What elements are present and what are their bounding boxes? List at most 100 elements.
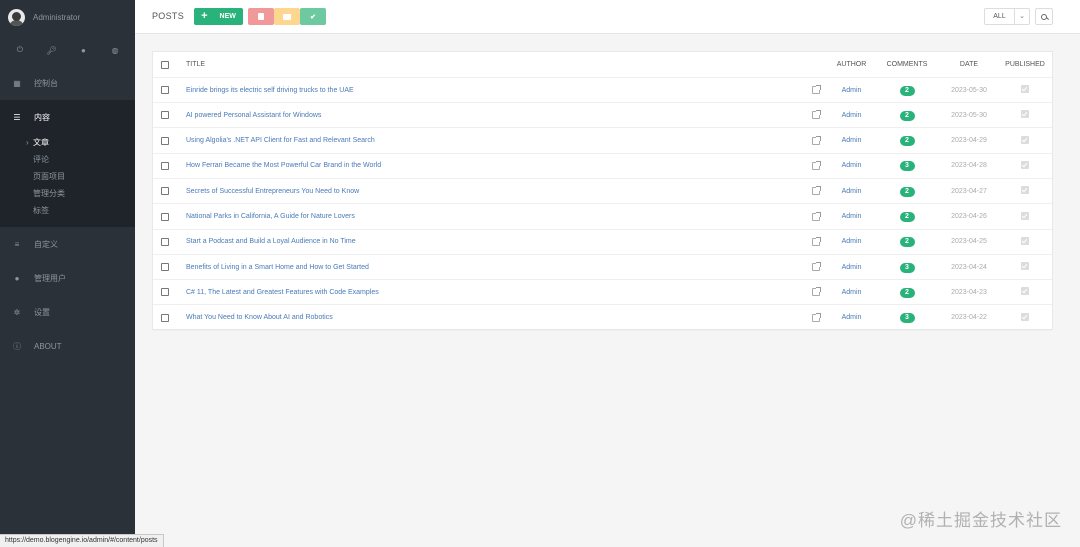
- row-checkbox[interactable]: [161, 212, 169, 221]
- sidebar-item-about[interactable]: ⓘ ABOUT: [0, 329, 135, 363]
- external-link-icon[interactable]: [812, 186, 821, 196]
- post-date: 2023-04-26: [951, 213, 987, 220]
- row-checkbox[interactable]: [161, 237, 169, 246]
- external-link-icon[interactable]: [812, 85, 821, 94]
- external-link-icon[interactable]: [812, 135, 821, 145]
- comment-count-badge[interactable]: 2: [899, 110, 915, 121]
- new-post-button[interactable]: + NEW: [194, 8, 243, 25]
- post-title-link[interactable]: C# 11, The Latest and Greatest Features …: [186, 289, 379, 296]
- comment-count-badge[interactable]: 2: [899, 85, 915, 96]
- sidebar-item-users[interactable]: ● 管理用户: [0, 261, 135, 295]
- published-checkbox: [1021, 312, 1029, 321]
- column-header-author[interactable]: AUTHOR: [829, 61, 874, 68]
- column-header-date[interactable]: DATE: [941, 61, 997, 68]
- post-date: 2023-04-24: [951, 263, 987, 271]
- post-title-link[interactable]: Start a Podcast and Build a Loyal Audien…: [186, 238, 356, 245]
- avatar[interactable]: [8, 8, 25, 26]
- sidebar-subitem-categories[interactable]: 管理分类: [0, 185, 135, 202]
- comment-count-badge[interactable]: 3: [899, 313, 915, 324]
- published-checkbox: [1021, 110, 1029, 119]
- row-checkbox[interactable]: [161, 86, 169, 94]
- external-link-icon[interactable]: [812, 287, 821, 297]
- select-all-checkbox[interactable]: [161, 60, 169, 69]
- comment-count-badge[interactable]: 2: [899, 287, 915, 298]
- column-header-comments[interactable]: COMMENTS: [881, 61, 933, 68]
- post-title-link[interactable]: National Parks in California, A Guide fo…: [186, 213, 355, 220]
- search-button[interactable]: [1035, 8, 1053, 25]
- published-cell: [1001, 211, 1049, 222]
- comment-count-badge[interactable]: 2: [899, 136, 915, 147]
- post-title-link[interactable]: What You Need to Know About AI and Robot…: [186, 314, 333, 321]
- user-icon[interactable]: ●: [76, 43, 90, 57]
- post-author[interactable]: Admin: [829, 87, 874, 94]
- post-title-link[interactable]: How Ferrari Became the Most Powerful Car…: [186, 162, 381, 169]
- post-author[interactable]: Admin: [829, 162, 874, 169]
- post-author[interactable]: Admin: [829, 289, 874, 296]
- sidebar-item-label: 自定义: [34, 239, 58, 249]
- chevron-down-icon[interactable]: ⌄: [1015, 9, 1029, 24]
- external-link-icon[interactable]: [812, 211, 821, 221]
- post-title-link[interactable]: Benefits of Living in a Smart Home and H…: [186, 264, 369, 271]
- post-author[interactable]: Admin: [829, 264, 874, 271]
- table-row: How Ferrari Became the Most Powerful Car…: [153, 154, 1052, 179]
- filter-select[interactable]: ALL ⌄: [984, 8, 1030, 25]
- sidebar-item-content[interactable]: ☰ 内容: [0, 100, 135, 134]
- post-author[interactable]: Admin: [829, 137, 874, 144]
- comment-count-badge[interactable]: 3: [899, 161, 915, 172]
- gear-icon: ✲: [13, 307, 21, 317]
- comment-count-badge[interactable]: 2: [899, 186, 915, 197]
- external-link-icon[interactable]: [812, 262, 821, 272]
- sidebar-group-content: ☰ 内容 文章 评论 页面项目 管理分类 标签: [0, 100, 135, 227]
- comments-cell: 2: [881, 135, 933, 147]
- post-title-link[interactable]: Einride brings its electric self driving…: [186, 87, 354, 94]
- comment-count-badge[interactable]: 2: [899, 237, 915, 248]
- external-link-icon[interactable]: [812, 312, 821, 322]
- sidebar-subitem-pages[interactable]: 页面项目: [0, 168, 135, 185]
- row-checkbox[interactable]: [161, 111, 169, 120]
- table-row: Einride brings its electric self driving…: [153, 78, 1052, 103]
- post-author[interactable]: Admin: [829, 314, 874, 321]
- post-date: 2023-05-30: [951, 111, 987, 119]
- post-title-link[interactable]: AI powered Personal Assistant for Window…: [186, 112, 321, 119]
- sidebar-item-label: ABOUT: [34, 341, 62, 351]
- row-checkbox[interactable]: [161, 313, 169, 322]
- draft-button[interactable]: [274, 8, 300, 25]
- globe-icon[interactable]: ◍: [108, 43, 122, 57]
- comment-count-badge[interactable]: 2: [899, 212, 915, 222]
- post-author[interactable]: Admin: [829, 238, 874, 245]
- user-profile[interactable]: Administrator: [0, 0, 135, 34]
- sidebar-item-custom[interactable]: ≡ 自定义: [0, 227, 135, 261]
- key-icon[interactable]: 🔑︎: [45, 43, 59, 57]
- delete-button[interactable]: [248, 8, 274, 25]
- external-link-icon[interactable]: [812, 110, 821, 120]
- table-row: AI powered Personal Assistant for Window…: [153, 103, 1052, 129]
- sidebar-subitem-posts[interactable]: 文章: [0, 134, 135, 151]
- sidebar-item-dashboard[interactable]: ▦ 控制台: [0, 66, 135, 100]
- post-title-link[interactable]: Secrets of Successful Entrepreneurs You …: [186, 188, 359, 195]
- publish-button[interactable]: ✔: [300, 8, 326, 25]
- post-author[interactable]: Admin: [829, 188, 874, 195]
- row-checkbox[interactable]: [161, 161, 169, 170]
- row-checkbox[interactable]: [161, 263, 169, 272]
- toolbar: POSTS + NEW ✔ ALL ⌄: [135, 0, 1080, 34]
- sidebar-subitem-tags[interactable]: 标签: [0, 202, 135, 219]
- external-link-icon[interactable]: [812, 236, 821, 246]
- comment-count-badge[interactable]: 3: [899, 262, 915, 273]
- post-title-link[interactable]: Using Algolia's .NET API Client for Fast…: [186, 137, 375, 144]
- published-cell: [1001, 110, 1049, 120]
- column-header-published[interactable]: PUBLISHED: [1001, 61, 1049, 68]
- column-header-title[interactable]: TITLE: [186, 61, 205, 68]
- row-checkbox[interactable]: [161, 288, 169, 297]
- external-link-icon[interactable]: [812, 160, 821, 170]
- table-row: What You Need to Know About AI and Robot…: [153, 306, 1052, 331]
- row-checkbox[interactable]: [161, 187, 169, 196]
- post-author[interactable]: Admin: [829, 213, 874, 220]
- sidebar-subitem-comments[interactable]: 评论: [0, 151, 135, 168]
- power-icon[interactable]: ⏻: [13, 43, 27, 57]
- sidebar-item-label: 设置: [34, 307, 50, 317]
- published-checkbox: [1021, 85, 1029, 93]
- row-checkbox[interactable]: [161, 136, 169, 145]
- post-author[interactable]: Admin: [829, 112, 874, 119]
- sliders-icon: ≡: [14, 239, 20, 249]
- sidebar-item-settings[interactable]: ✲ 设置: [0, 295, 135, 329]
